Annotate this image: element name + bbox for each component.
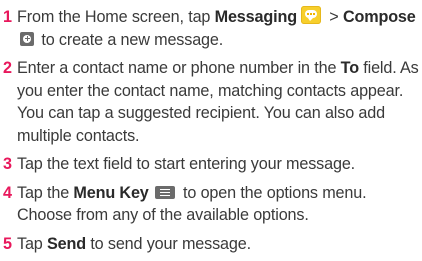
to-field-label: To <box>340 59 359 77</box>
step-number: 3 <box>3 155 12 173</box>
step-text-segment: > <box>324 8 343 26</box>
step-number: 2 <box>3 59 12 77</box>
step-text: From the Home screen, tap Messaging > Co… <box>17 6 416 49</box>
step-number: 4 <box>3 183 12 202</box>
step-text-segment: From the Home screen, tap <box>17 8 215 26</box>
messaging-app-icon <box>300 6 321 24</box>
send-label: Send <box>47 234 86 253</box>
step-3: 3 Tap the text field to start entering y… <box>3 153 419 176</box>
menu-key-icon <box>154 185 175 199</box>
step-text: Enter a contact name or phone number in … <box>17 59 419 145</box>
menu-key-label: Menu Key <box>73 183 149 202</box>
instruction-steps: 1 From the Home screen, tap Messaging > … <box>3 6 419 255</box>
step-text: Tap Send to send your message. <box>17 235 251 253</box>
step-text-segment: to send your message. <box>85 234 251 253</box>
step-1: 1 From the Home screen, tap Messaging > … <box>3 6 419 51</box>
step-text-segment: Tap <box>17 234 47 253</box>
messaging-label: Messaging <box>214 8 297 26</box>
step-number: 1 <box>3 8 12 26</box>
step-2: 2 Enter a contact name or phone number i… <box>3 57 419 147</box>
step-text: Tap the text field to start entering you… <box>17 155 355 173</box>
step-5: 5 Tap Send to send your message. <box>3 233 419 256</box>
step-text-segment: Enter a contact name or phone number in … <box>17 59 341 77</box>
step-number: 5 <box>3 234 12 253</box>
step-4: 4 Tap the Menu Key to open the options m… <box>3 182 419 227</box>
step-text-segment: to create a new message. <box>37 30 224 49</box>
step-text: Tap the Menu Key to open the options men… <box>17 183 367 225</box>
step-text-segment: Tap the <box>17 183 74 202</box>
compose-icon <box>20 31 34 46</box>
step-text-segment: Tap the text field to start entering you… <box>17 155 356 173</box>
compose-label: Compose <box>342 8 416 26</box>
